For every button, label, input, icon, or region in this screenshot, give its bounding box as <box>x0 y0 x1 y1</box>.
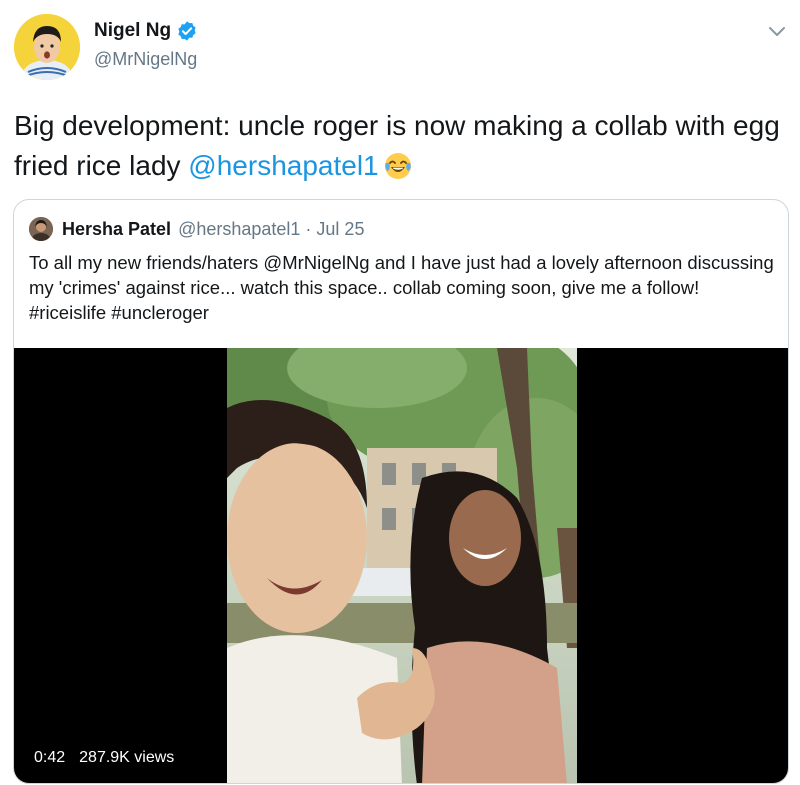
video-meta: 0:42 287.9K views <box>34 749 174 767</box>
quoted-tweet-card[interactable]: Hersha Patel @hershapatel1 · Jul 25 To a… <box>13 199 789 784</box>
quoted-tweet-text: To all my new friends/haters @MrNigelNg … <box>29 252 774 323</box>
author-display-name[interactable]: Nigel Ng <box>94 20 171 42</box>
face-with-tears-of-joy-icon <box>383 151 413 181</box>
quoted-author-name[interactable]: Hersha Patel <box>62 219 171 240</box>
video-frame[interactable] <box>227 348 577 783</box>
quoted-tweet-header: Hersha Patel @hershapatel1 · Jul 25 <box>29 217 364 241</box>
separator-dot: · <box>305 218 312 239</box>
video-views: 287.9K views <box>79 749 175 766</box>
quoted-tweet-date[interactable]: Jul 25 <box>316 219 364 240</box>
video-player[interactable]: 0:42 287.9K views <box>14 348 788 783</box>
tweet: Nigel Ng @MrNigelNg Big development: unc… <box>0 0 800 785</box>
tweet-text: Big development: uncle roger is now maki… <box>14 106 786 186</box>
mention-link[interactable]: @hershapatel1 <box>188 150 378 181</box>
video-duration: 0:42 <box>34 749 66 766</box>
author-handle[interactable]: @MrNigelNg <box>94 49 197 70</box>
quoted-author-avatar[interactable] <box>29 217 53 241</box>
verified-badge-icon <box>176 20 198 42</box>
chevron-down-icon[interactable] <box>768 24 786 38</box>
author-name-row[interactable]: Nigel Ng <box>94 20 198 42</box>
quoted-author-handle[interactable]: @hershapatel1 <box>178 219 300 240</box>
author-avatar[interactable] <box>14 14 80 80</box>
